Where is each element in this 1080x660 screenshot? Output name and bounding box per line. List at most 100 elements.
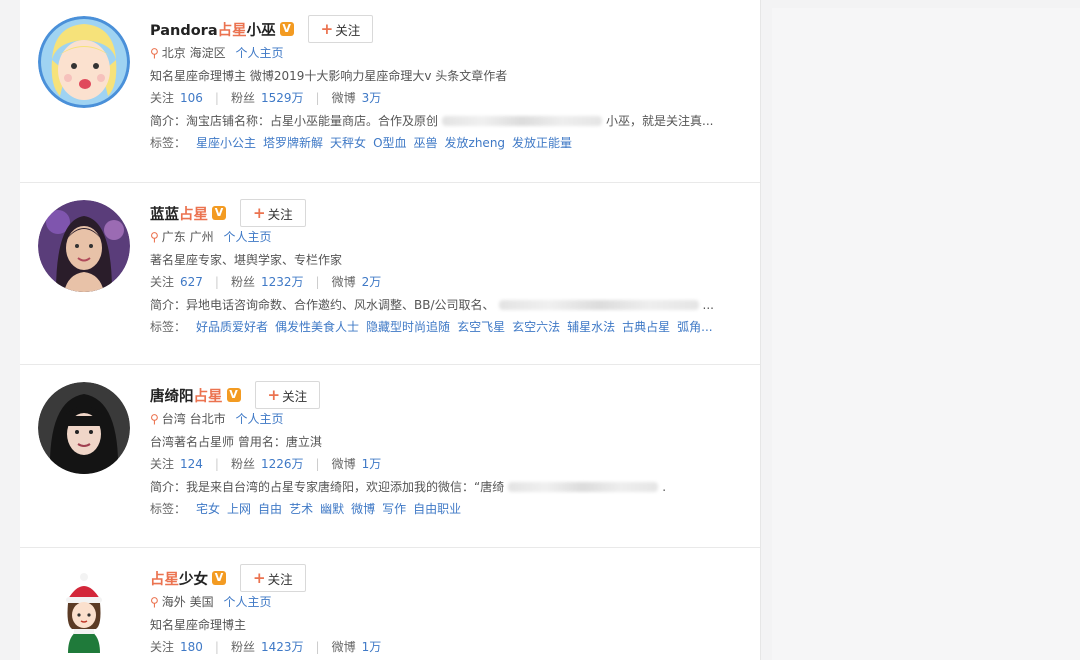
tag[interactable]: 玄空六法	[512, 320, 560, 334]
tag[interactable]: 星座小公主	[196, 136, 256, 150]
tag[interactable]: 自由职业	[413, 502, 461, 516]
tag[interactable]: 古典占星	[622, 320, 670, 334]
avatar[interactable]	[38, 382, 130, 474]
tag[interactable]: 写作	[382, 502, 406, 516]
user-name-highlight: 占星	[217, 22, 247, 39]
follow-button[interactable]: + 关注	[240, 564, 306, 592]
intro-text-end: .	[662, 479, 667, 494]
intro-label: 简介：	[150, 479, 187, 494]
following-count[interactable]: 627	[180, 275, 203, 289]
intro-text: 我是来自台湾的占星专家唐绮阳，欢迎添加我的微信：“唐绮	[186, 479, 505, 494]
follow-button[interactable]: + 关注	[307, 15, 374, 43]
tag[interactable]: 发放正能量	[512, 136, 572, 150]
divider: |	[315, 640, 320, 654]
blurred-text	[498, 300, 699, 310]
tag[interactable]: 玄空飞星	[457, 320, 505, 334]
divider: |	[214, 275, 219, 289]
user-result-list: Pandora占星小巫 V + 关注 ⚲ 北京 海淀区 个人主页 知名星座命理博主 …	[20, 0, 761, 660]
user-name-highlight: 占星	[179, 206, 208, 223]
tag[interactable]: 弧角...	[677, 320, 712, 334]
fans-count[interactable]: 1423万	[261, 640, 304, 654]
following-count[interactable]: 106	[180, 91, 203, 105]
follow-button-label: 关注	[282, 388, 308, 404]
location-pin-icon: ⚲	[150, 595, 159, 609]
divider: |	[214, 457, 219, 471]
user-name[interactable]: Pandora占星小巫	[150, 19, 276, 40]
weibo-count[interactable]: 1万	[362, 640, 382, 654]
fans-label: 粉丝	[230, 91, 255, 105]
tags-row: 标签： 宅女 上网 自由 艺术 幽默 微博 写作 自由职业	[150, 498, 750, 521]
weibo-count[interactable]: 2万	[362, 275, 382, 289]
stats-row: 关注 180 | 粉丝 1423万 | 微博 1万	[150, 636, 750, 659]
stats-row: 关注 627 | 粉丝 1232万 | 微博 2万	[150, 271, 750, 294]
user-name-rest: 少女	[179, 571, 208, 588]
avatar[interactable]	[38, 200, 130, 292]
verified-badge-icon: V	[212, 571, 226, 585]
name-row: 唐绮阳占星 V + 关注	[150, 381, 750, 409]
tag[interactable]: 好品质爱好者	[196, 320, 268, 334]
tags-row: 标签： 好品质爱好者 偶发性美食人士 隐藏型时尚追随 玄空飞星 玄空六法 辅星水法 古典占星弧…	[150, 316, 750, 339]
tag[interactable]: 幽默	[320, 502, 344, 516]
tag[interactable]: 塔罗牌新解	[263, 136, 323, 150]
user-name[interactable]: 占星少女	[150, 568, 208, 589]
fans-count[interactable]: 1529万	[261, 91, 304, 105]
avatar-cartoon-girl-image	[38, 16, 130, 108]
following-count[interactable]: 180	[180, 640, 203, 654]
avatar[interactable]	[38, 565, 130, 657]
plus-icon: +	[253, 568, 266, 587]
location: 台湾 台北市	[161, 412, 226, 426]
intro-row: 简介：淘宝店铺名称：占星小巫能量商店。合作及原创 小巫，就是关注真...	[150, 110, 750, 133]
location: 广东 广州	[161, 230, 214, 244]
home-page-link[interactable]: 个人主页	[235, 46, 283, 60]
divider: |	[315, 275, 320, 289]
follow-button[interactable]: + 关注	[254, 381, 321, 409]
home-page-link[interactable]: 个人主页	[223, 230, 271, 244]
tag[interactable]: 宅女	[196, 502, 220, 516]
weibo-count[interactable]: 1万	[362, 457, 382, 471]
home-page-link[interactable]: 个人主页	[235, 412, 283, 426]
tag[interactable]: 隐藏型时尚追随	[366, 320, 450, 334]
weibo-count[interactable]: 3万	[362, 91, 382, 105]
fans-count[interactable]: 1226万	[261, 457, 304, 471]
intro-label: 简介：	[150, 113, 187, 128]
follow-button-label: 关注	[335, 22, 361, 38]
following-count[interactable]: 124	[180, 457, 203, 471]
divider: |	[315, 457, 320, 471]
avatar-photo-woman-image	[38, 382, 130, 474]
tag[interactable]: 微博	[351, 502, 375, 516]
user-info: 占星少女 V + 关注 ⚲ 海外 美国 个人主页 知名星座命理博主 关注 180 | 粉丝…	[150, 564, 750, 659]
avatar[interactable]	[38, 16, 130, 108]
tag[interactable]: 偶发性美食人士	[275, 320, 359, 334]
tag[interactable]: 巫兽	[414, 136, 438, 150]
user-name-plain: Pandora	[150, 22, 218, 39]
weibo-label: 微博	[331, 457, 356, 471]
plus-icon: +	[267, 385, 281, 404]
intro-text: 淘宝店铺名称：占星小巫能量商店。合作及原创	[186, 113, 439, 128]
user-name[interactable]: 唐绮阳占星	[150, 385, 223, 406]
fans-label: 粉丝	[230, 275, 255, 289]
tag[interactable]: O型血	[373, 136, 406, 150]
location-row: ⚲ 台湾 台北市 个人主页	[150, 408, 750, 431]
follow-button[interactable]: + 关注	[240, 199, 306, 227]
user-card: 占星少女 V + 关注 ⚲ 海外 美国 个人主页 知名星座命理博主 关注 180 | 粉丝…	[20, 548, 760, 660]
fans-label: 粉丝	[230, 457, 255, 471]
tag[interactable]: 辅星水法	[567, 320, 615, 334]
intro-row: 简介：我是来自台湾的占星专家唐绮阳，欢迎添加我的微信：“唐绮.	[150, 476, 750, 499]
name-row: 占星少女 V + 关注	[150, 564, 750, 592]
description: 知名星座命理博主 微博2019十大影响力星座命理大v 头条文章作者	[150, 68, 508, 83]
tag[interactable]: 天秤女	[330, 136, 366, 150]
intro-row: 简介：异地电话咨询命数、合作邀约、风水调整、BB/公司取名、...	[150, 294, 750, 317]
location-row: ⚲ 广东 广州 个人主页	[150, 226, 750, 249]
tag[interactable]: 发放zheng	[445, 136, 506, 150]
location-row: ⚲ 北京 海淀区 个人主页	[150, 42, 750, 65]
weibo-label: 微博	[331, 275, 356, 289]
home-page-link[interactable]: 个人主页	[223, 595, 271, 609]
divider: |	[214, 640, 219, 654]
name-row: 蓝蓝占星 V + 关注	[150, 199, 750, 227]
tag[interactable]: 自由	[258, 502, 282, 516]
user-name[interactable]: 蓝蓝占星	[150, 203, 208, 224]
divider: |	[315, 91, 320, 105]
tag[interactable]: 上网	[227, 502, 251, 516]
tag[interactable]: 艺术	[289, 502, 313, 516]
fans-count[interactable]: 1232万	[261, 275, 304, 289]
